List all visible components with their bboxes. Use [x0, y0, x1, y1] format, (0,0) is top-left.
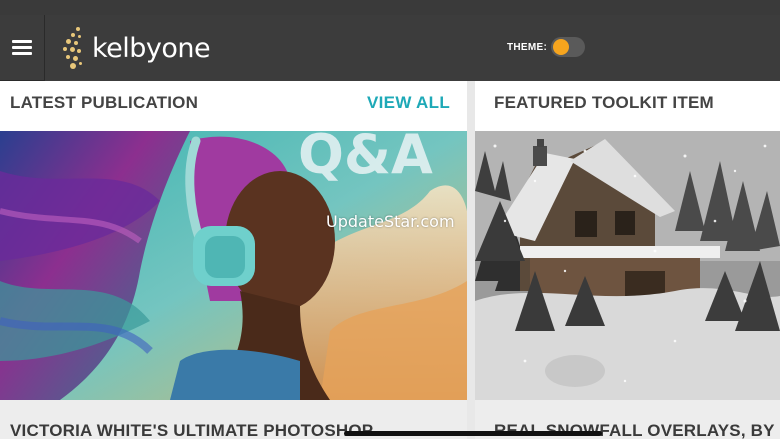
view-all-link[interactable]: VIEW ALL — [367, 93, 450, 113]
latest-publication-title: LATEST PUBLICATION — [10, 93, 199, 112]
toolkit-caption-text: REAL SNOWFALL OVERLAYS, BY — [494, 421, 775, 439]
kelbyone-logo[interactable]: kelbyone — [62, 25, 211, 71]
latest-publication-section: LATEST PUBLICATION VIEW ALL Q&A VICTORIA… — [0, 81, 467, 439]
toolkit-cover-image[interactable] — [475, 131, 780, 400]
column-divider — [467, 81, 475, 439]
publication-cover-image[interactable]: Q&A — [0, 131, 467, 400]
app-header: kelbyone THEME: — [0, 15, 780, 81]
logo-text: kelbyone — [92, 32, 211, 64]
menu-button[interactable] — [0, 15, 45, 81]
cover-qa-text: Q&A — [298, 131, 433, 186]
theme-label: THEME: — [507, 41, 548, 53]
featured-toolkit-title: FEATURED TOOLKIT ITEM — [494, 93, 714, 112]
theme-toggle[interactable] — [551, 37, 586, 57]
watermark-text: UpdateStar.com — [326, 212, 455, 231]
theme-switch[interactable]: THEME: — [507, 37, 586, 57]
featured-toolkit-section: FEATURED TOOLKIT ITEM REAL SNOWFALL OVER… — [475, 81, 780, 439]
logo-dots-icon — [62, 25, 90, 71]
hamburger-icon — [12, 37, 32, 58]
home-indicator — [344, 431, 602, 436]
status-strip — [0, 0, 780, 15]
publication-caption-text: VICTORIA WHITE'S ULTIMATE PHOTOSHOP — [10, 421, 374, 439]
toggle-knob — [553, 39, 570, 55]
